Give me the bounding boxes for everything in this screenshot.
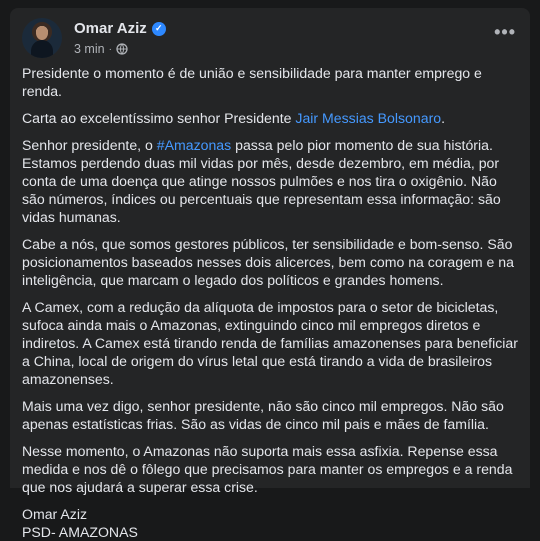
author-name[interactable]: Omar Aziz bbox=[74, 20, 147, 37]
paragraph-2-suffix: . bbox=[441, 110, 446, 126]
paragraph-3: Senhor presidente, o #Amazonas passa pel… bbox=[22, 136, 522, 226]
post-timestamp[interactable]: 3 min bbox=[74, 42, 105, 56]
paragraph-3-prefix: Senhor presidente, o bbox=[22, 137, 157, 153]
post-card: Omar Aziz ✓ 3 min · ••• Presidente o mom… bbox=[10, 8, 530, 540]
avatar-face bbox=[36, 26, 48, 40]
signature-name: Omar Aziz bbox=[22, 506, 87, 522]
paragraph-6: Mais uma vez digo, senhor presidente, nã… bbox=[22, 398, 504, 432]
author-row: Omar Aziz ✓ bbox=[74, 20, 166, 37]
mention-link[interactable]: Jair Messias Bolsonaro bbox=[295, 110, 441, 126]
paragraph-5: A Camex, com a redução da alíquota de im… bbox=[22, 299, 518, 387]
signature: Omar Aziz PSD- AMAZONAS bbox=[22, 505, 522, 541]
signature-party: PSD- AMAZONAS bbox=[22, 524, 138, 540]
paragraph-2: Carta ao excelentíssimo senhor President… bbox=[22, 109, 522, 127]
post-header: Omar Aziz ✓ 3 min · ••• bbox=[22, 18, 518, 62]
avatar-suit bbox=[31, 40, 53, 58]
paragraph-4: Cabe a nós, que somos gestores públicos,… bbox=[22, 236, 514, 288]
more-options-icon[interactable]: ••• bbox=[494, 22, 516, 43]
meta-separator: · bbox=[108, 43, 112, 55]
avatar[interactable] bbox=[22, 18, 62, 58]
paragraph-1: Presidente o momento é de união e sensib… bbox=[22, 65, 482, 99]
globe-icon[interactable] bbox=[116, 43, 128, 55]
post-body: Presidente o momento é de união e sensib… bbox=[22, 64, 522, 541]
paragraph-2-prefix: Carta ao excelentíssimo senhor President… bbox=[22, 110, 296, 126]
verified-badge-icon: ✓ bbox=[151, 21, 166, 36]
hashtag-link[interactable]: #Amazonas bbox=[157, 137, 231, 153]
post-meta: 3 min · bbox=[74, 42, 128, 56]
